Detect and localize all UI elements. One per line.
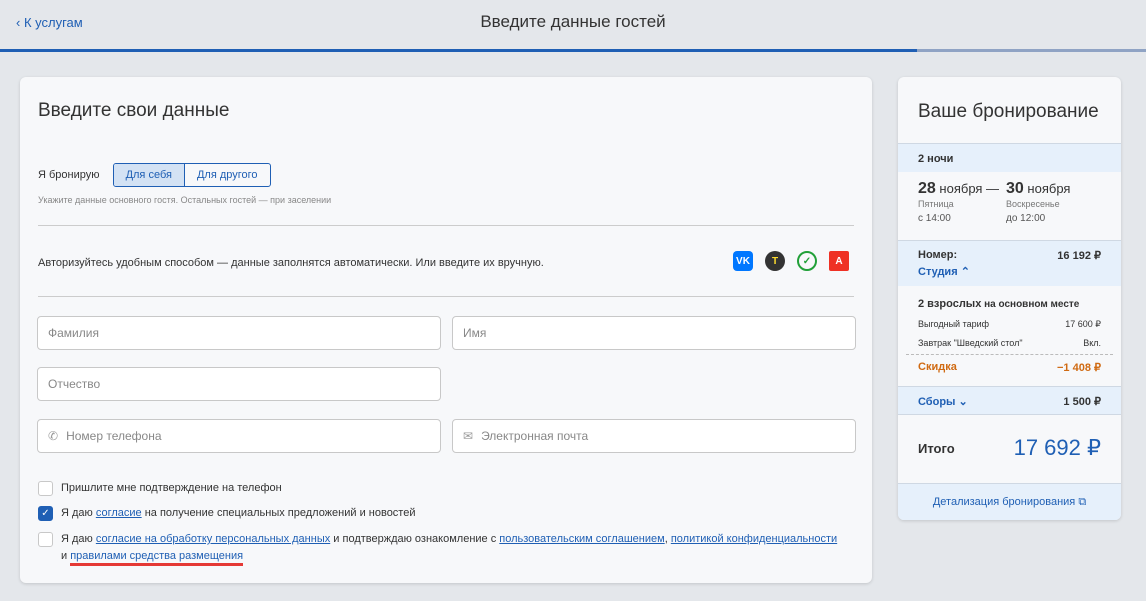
breakfast-value: Вкл. (1083, 338, 1101, 348)
alfa-icon[interactable]: A (829, 251, 849, 271)
auth-text: Авторизуйтесь удобным способом — данные … (38, 257, 544, 269)
chevron-up-icon: ⌃ (960, 266, 970, 278)
progress-fill (0, 49, 917, 52)
newsletter-label: Я даю согласие на получение специальных … (61, 505, 416, 522)
vk-icon[interactable]: VK (733, 251, 753, 271)
email-input[interactable]: ✉ Электронная почта (452, 419, 856, 453)
fees: Сборы (918, 396, 956, 408)
text: на получение специальных предложений и н… (141, 507, 416, 519)
booking-for-label: Я бронирую (38, 168, 100, 181)
phone-input[interactable]: ✆ Номер телефона (37, 419, 441, 453)
property-rules-link[interactable]: правилами средства размещения (70, 550, 244, 566)
phone-icon: ✆ (48, 429, 59, 443)
sms-confirm-label: Пришлите мне подтверждение на телефон (61, 482, 282, 494)
page-title: Введите данные гостей (480, 12, 666, 31)
checkout-date: 30 ноября (1006, 180, 1070, 198)
day: 30 (1006, 180, 1024, 197)
checkin-date: 28 ноября (918, 180, 982, 198)
discount: Скидка (918, 361, 957, 373)
consent-link[interactable]: согласие (96, 507, 142, 519)
tariff-price: 17 600 ₽ (1065, 319, 1101, 329)
room-band: Номер: 16 192 ₽ Студия ⌃ (898, 240, 1121, 286)
divider (38, 296, 854, 297)
form-title: Введите свои данные (38, 100, 230, 121)
text: и (61, 550, 71, 562)
fees-band: Сборы ⌄ 1 500 ₽ (898, 386, 1121, 415)
room-label: Номер: (918, 249, 958, 261)
checkout-time: до 12:00 (1006, 213, 1046, 224)
placeholder: Имя (463, 326, 487, 340)
room-type-toggle[interactable]: Студия ⌃ (918, 265, 970, 278)
placeholder: Фамилия (48, 326, 99, 340)
divider (906, 354, 1113, 355)
fees-value: 1 500 ₽ (1063, 396, 1101, 408)
checkout-weekday: Воскресенье (1006, 199, 1060, 209)
check-icon: ✓ (41, 508, 50, 519)
personal-data-label: Я даю согласие на обработку персональных… (61, 531, 861, 548)
external-link-icon: ⧉ (1078, 496, 1087, 508)
guests-count: 2 взрослых (918, 298, 982, 310)
option-self[interactable]: Для себя (113, 164, 185, 186)
placeholder: Номер телефона (66, 429, 162, 443)
details-link[interactable]: Детализация бронирования ⧉ (898, 496, 1121, 509)
room-price: 16 192 ₽ (1057, 250, 1101, 262)
personal-data-link[interactable]: согласие на обработку персональных данны… (96, 533, 330, 545)
text: и подтверждаю ознакомление с (330, 533, 500, 545)
first-name-input[interactable]: Имя (452, 316, 856, 350)
checkin-time: с 14:00 (918, 213, 951, 224)
tinkoff-icon[interactable]: T (765, 251, 785, 271)
privacy-policy-link[interactable]: политикой конфиденциальности (671, 533, 837, 545)
guests: 2 взрослых на основном месте (918, 298, 1079, 310)
divider (38, 225, 854, 226)
fees-toggle[interactable]: Сборы ⌄ (918, 395, 968, 408)
chevron-down-icon: ⌄ (958, 396, 968, 408)
breakfast: Завтрак "Шведский стол" (918, 338, 1023, 348)
total-label: Итого (918, 441, 955, 456)
newsletter-checkbox[interactable]: ✓ (38, 506, 53, 521)
user-agreement-link[interactable]: пользовательским соглашением (499, 533, 664, 545)
header: ‹ К услугам Введите данные гостей (0, 0, 1146, 50)
month: ноября (1027, 181, 1071, 196)
discount-value: −1 408 ₽ (1056, 362, 1101, 374)
text: Я даю (61, 507, 96, 519)
details-footer: Детализация бронирования ⧉ (898, 483, 1121, 520)
middle-name-input[interactable]: Отчество (37, 367, 441, 401)
guests-place: на основном месте (981, 299, 1080, 310)
text: Я даю (61, 533, 96, 545)
checkin-weekday: Пятница (918, 199, 954, 209)
sms-confirm-checkbox[interactable] (38, 481, 53, 496)
placeholder: Отчество (48, 377, 101, 391)
nights-band: 2 ночи (898, 143, 1121, 172)
progress-bar (0, 49, 1146, 52)
details-label: Детализация бронирования (932, 496, 1076, 508)
total-value: 17 692 ₽ (1013, 435, 1101, 460)
last-name-input[interactable]: Фамилия (37, 316, 441, 350)
tariff: Выгодный тариф (918, 319, 990, 329)
guest-form-card: Введите свои данные Я бронирую Для себя … (20, 77, 872, 583)
personal-data-checkbox[interactable] (38, 532, 53, 547)
booking-for-row: Я бронирую Для себя Для другого (38, 163, 271, 187)
personal-data-label-line2: и правилами средства размещения (61, 548, 244, 566)
booking-summary-card: Ваше бронирование 2 ночи 28 ноября — 30 … (898, 77, 1121, 520)
sber-icon[interactable]: ✓ (797, 251, 817, 271)
summary-title: Ваше бронирование (918, 101, 1099, 122)
nights: 2 ночи (918, 153, 954, 165)
option-other[interactable]: Для другого (185, 164, 270, 186)
room-type: Студия (918, 266, 958, 278)
envelope-icon: ✉ (463, 429, 474, 443)
booking-for-toggle: Для себя Для другого (112, 163, 271, 187)
placeholder: Электронная почта (481, 429, 589, 443)
day: 28 (918, 180, 936, 197)
hint: Укажите данные основного гостя. Остальны… (38, 195, 332, 205)
month: ноября (939, 181, 983, 196)
dash: — (986, 181, 999, 196)
